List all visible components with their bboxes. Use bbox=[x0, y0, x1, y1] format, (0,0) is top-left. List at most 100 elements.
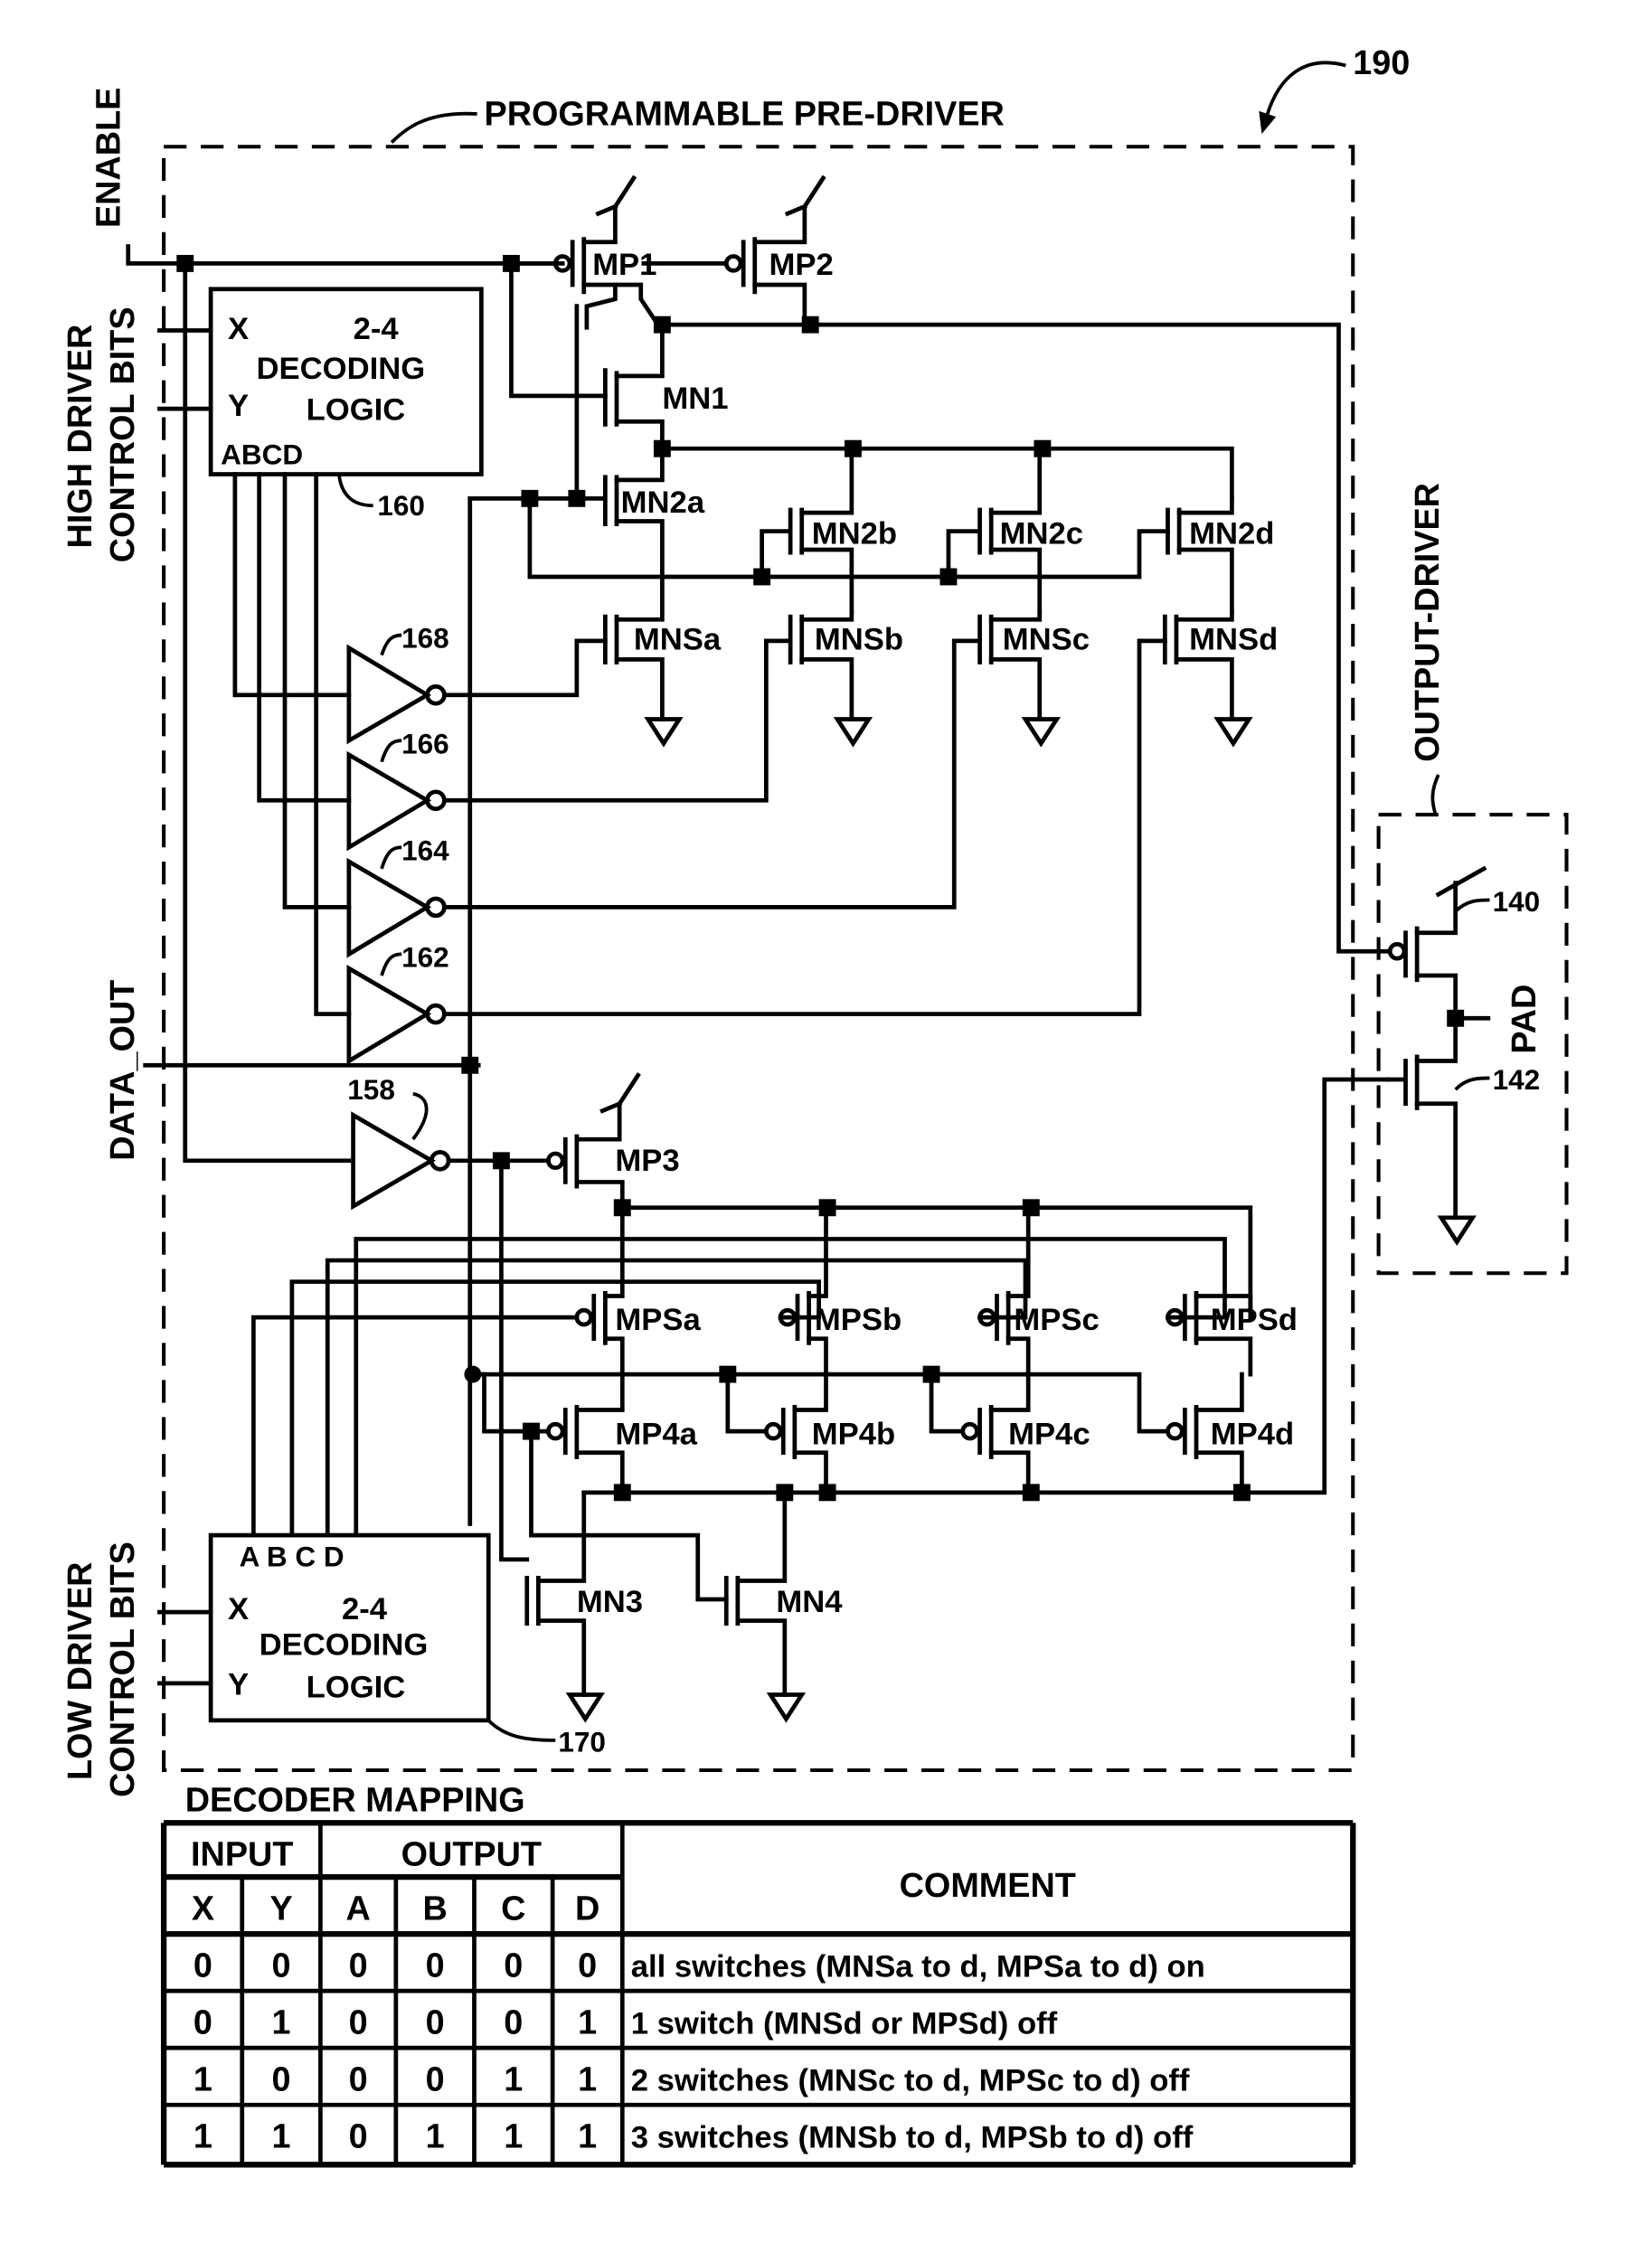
inverter-166-ref: 166 bbox=[401, 727, 449, 759]
high-decoder-title-1: 2-4 bbox=[354, 312, 400, 346]
inverter-164-ref: 164 bbox=[401, 834, 449, 866]
table-cell: 0 bbox=[349, 1947, 368, 1984]
low-decoder-title-3: LOGIC bbox=[307, 1671, 406, 1705]
transistor-mn2a: MN2a bbox=[467, 446, 705, 580]
inverter-168: 168 bbox=[346, 622, 449, 745]
mn2b-label: MN2b bbox=[812, 517, 897, 551]
table-cell: 1 bbox=[578, 2060, 597, 2098]
table-cell: 1 bbox=[578, 2117, 597, 2155]
table-cell: 1 bbox=[426, 2117, 445, 2155]
transistor-mn4: MN4 bbox=[723, 1490, 843, 1723]
transistor-mp4c: MP4c bbox=[929, 1372, 1090, 1495]
mnsa-label: MNSa bbox=[634, 622, 722, 656]
net-mn3-gate bbox=[499, 1158, 530, 1562]
table-column-header: C bbox=[501, 1890, 525, 1928]
net-mnsb-gate bbox=[442, 638, 793, 803]
transistor-mp1: MP1 bbox=[517, 174, 656, 330]
transistor-mpsb: MPSb bbox=[778, 1205, 902, 1377]
decoder-mapping-table: INPUT OUTPUT COMMENT X Y A B C D 0 0 0 0 0 0 all switch… bbox=[160, 1820, 1356, 2168]
mn2c-label: MN2c bbox=[1000, 517, 1083, 551]
table-column-header: X bbox=[192, 1890, 214, 1928]
low-decoder-outputs: A B C D bbox=[240, 1541, 345, 1573]
mnsd-label: MNSd bbox=[1189, 622, 1278, 656]
high-decoder-ref: 160 bbox=[377, 489, 425, 522]
figure-reference: 190 bbox=[1259, 44, 1410, 135]
output-driver-leader bbox=[1430, 774, 1440, 815]
net-mn4-gate bbox=[529, 1428, 729, 1602]
mn2d-label: MN2d bbox=[1189, 517, 1274, 551]
table-cell: 1 bbox=[504, 2117, 523, 2155]
table-cell: 0 bbox=[272, 2060, 291, 2098]
low-driver-label-1: LOW DRIVER bbox=[61, 1562, 99, 1781]
low-decoder-y: Y bbox=[228, 1668, 249, 1702]
table-column-header: B bbox=[423, 1890, 448, 1928]
table-cell: 0 bbox=[426, 2003, 445, 2041]
mp4d-label: MP4d bbox=[1211, 1417, 1294, 1451]
table-comment: 3 switches (MNSb to d, MPSb to d) off bbox=[631, 2120, 1194, 2154]
table-cell: 0 bbox=[349, 2003, 368, 2041]
transistor-mp4a: MP4a bbox=[546, 1372, 698, 1495]
transistor-mp4d: MP4d bbox=[1166, 1372, 1294, 1495]
high-decoder-outputs: ABCD bbox=[221, 438, 303, 471]
table-cell: 0 bbox=[194, 1947, 212, 1984]
mn1-label: MN1 bbox=[662, 382, 728, 416]
transistor-mnsb: MNSb bbox=[788, 609, 903, 748]
high-decoder-x: X bbox=[228, 312, 249, 346]
inverter-166: 166 bbox=[346, 727, 449, 852]
net-mpsb-gate bbox=[289, 1279, 821, 1538]
table-cell: 1 bbox=[194, 2117, 212, 2155]
table-group-input: INPUT bbox=[191, 1836, 293, 1874]
table-group-output: OUTPUT bbox=[401, 1836, 542, 1874]
transistor-mn2c: MN2c bbox=[946, 446, 1083, 615]
mp3-label: MP3 bbox=[615, 1144, 679, 1178]
transistor-mnsa: MNSa bbox=[603, 574, 722, 748]
transistor-142-ref: 142 bbox=[1493, 1063, 1541, 1096]
data-out-label: DATA_OUT bbox=[104, 980, 142, 1161]
mpsc-label: MPSc bbox=[1014, 1303, 1099, 1337]
table-cell: 1 bbox=[504, 2060, 523, 2098]
mnsc-label: MNSc bbox=[1003, 622, 1090, 656]
low-decoder-title-1: 2-4 bbox=[342, 1592, 388, 1626]
mn3-label: MN3 bbox=[577, 1585, 643, 1619]
transistor-mp3: MP3 bbox=[546, 1072, 680, 1211]
pre-driver-leader bbox=[390, 111, 477, 144]
inverter-162: 162 bbox=[346, 941, 449, 1065]
table-column-header: D bbox=[575, 1890, 599, 1928]
transistor-mnsd: MNSd bbox=[1162, 609, 1278, 748]
mp4a-label: MP4a bbox=[615, 1417, 697, 1451]
table-cell: 0 bbox=[504, 1947, 523, 1984]
mp4c-label: MP4c bbox=[1008, 1417, 1090, 1451]
pad-label: PAD bbox=[1506, 985, 1543, 1054]
high-decoder-title-2: DECODING bbox=[257, 352, 426, 386]
inverter-158-ref: 158 bbox=[347, 1073, 395, 1106]
table-comment: all switches (MNSa to d, MPSa to d) on bbox=[631, 1949, 1205, 1984]
high-decoder-y: Y bbox=[228, 389, 249, 423]
enable-label: ENABLE bbox=[90, 88, 127, 228]
mpsa-label: MPSa bbox=[615, 1303, 701, 1337]
output-driver-title: OUTPUT-DRIVER bbox=[1409, 483, 1447, 762]
table-cell: 0 bbox=[194, 2003, 212, 2041]
low-decoder-ref: 170 bbox=[558, 1726, 606, 1758]
inverter-158: 158 bbox=[347, 1073, 451, 1211]
table-title: DECODER MAPPING bbox=[185, 1782, 525, 1820]
table-cell: 0 bbox=[349, 2060, 368, 2098]
low-decoder-block: A B C D X Y 2-4 DECODING LOGIC 170 bbox=[157, 1532, 606, 1758]
table-comment: 2 switches (MNSc to d, MPSc to d) off bbox=[631, 2063, 1190, 2097]
transistor-mpsc: MPSc bbox=[977, 1205, 1100, 1377]
high-decoder-title-3: LOGIC bbox=[307, 393, 406, 428]
mp4b-label: MP4b bbox=[812, 1417, 895, 1451]
table-column-header: A bbox=[345, 1890, 370, 1928]
pad-node bbox=[1447, 1009, 1465, 1027]
mpsb-label: MPSb bbox=[815, 1303, 902, 1337]
table-cell: 1 bbox=[194, 2060, 212, 2098]
circuit-diagram: 190 PROGRAMMABLE PRE-DRIVER ENABLE HIGH … bbox=[61, 44, 1569, 2168]
table-column-header: Y bbox=[269, 1890, 292, 1928]
low-decoder-x: X bbox=[228, 1592, 249, 1626]
table-cell: 0 bbox=[426, 1947, 445, 1984]
transistor-140-ref: 140 bbox=[1493, 885, 1541, 918]
mn4-label: MN4 bbox=[776, 1585, 843, 1619]
high-driver-label-1: HIGH DRIVER bbox=[61, 325, 99, 549]
table-comment-header: COMMENT bbox=[900, 1867, 1076, 1905]
high-driver-label-2: CONTROL BITS bbox=[104, 306, 142, 562]
low-decoder-title-2: DECODING bbox=[260, 1627, 429, 1662]
